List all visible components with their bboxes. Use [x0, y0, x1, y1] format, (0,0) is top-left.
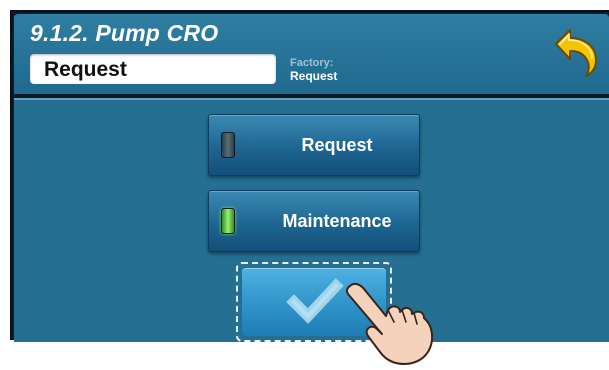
current-value-field: Request	[30, 54, 276, 84]
pointing-hand-icon	[345, 282, 434, 365]
option-maintenance-button[interactable]: Maintenance	[208, 190, 420, 252]
option-label: Maintenance	[282, 211, 392, 231]
back-arrow-icon	[555, 29, 597, 77]
factory-default-label: Factory:	[290, 57, 334, 69]
option-label: Request	[301, 135, 373, 155]
touch-screen: 9.1.2. Pump CRO Request Factory: Request…	[10, 10, 609, 365]
option-request-button[interactable]: Request	[208, 114, 420, 176]
indicator-off-icon	[221, 132, 235, 158]
current-value-text: Request	[44, 58, 127, 81]
factory-default-value: Request	[290, 69, 338, 83]
menu-header: 9.1.2. Pump CRO Request Factory: Request	[14, 14, 609, 94]
back-button[interactable]	[550, 26, 602, 78]
options-panel: Request Maintenance	[14, 98, 609, 365]
page-title: 9.1.2. Pump CRO	[30, 20, 219, 46]
indicator-on-icon	[221, 208, 235, 234]
